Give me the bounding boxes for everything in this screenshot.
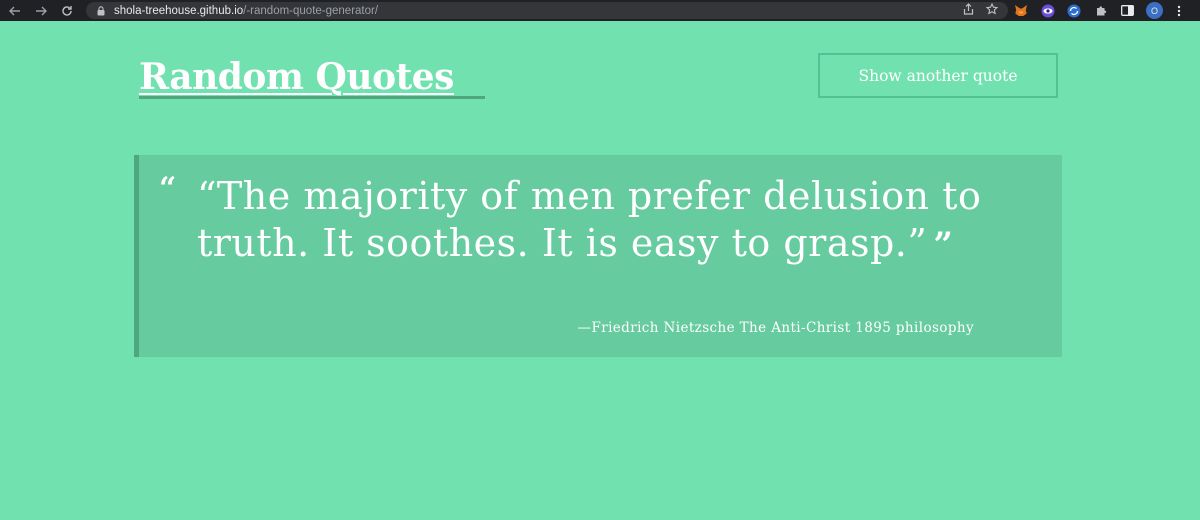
bookmark-star-icon[interactable]	[985, 2, 999, 18]
url-host: shola-treehouse.github.io	[114, 4, 244, 17]
quote-box: “ “The majority of men prefer delusion t…	[134, 155, 1062, 357]
eye-extension-icon[interactable]	[1041, 0, 1055, 21]
back-arrow-icon[interactable]	[2, 0, 28, 21]
url-text: shola-treehouse.github.io/-random-quote-…	[114, 5, 378, 17]
open-quote-icon: “	[159, 171, 177, 206]
site-title-link[interactable]: Random Quotes	[139, 56, 454, 98]
close-quote-icon: ”	[933, 225, 954, 265]
share-icon[interactable]	[963, 3, 974, 18]
lock-icon[interactable]	[96, 5, 106, 16]
side-panel-icon[interactable]	[1121, 0, 1134, 21]
forward-arrow-icon[interactable]	[28, 0, 54, 21]
show-another-quote-button[interactable]: Show another quote	[818, 53, 1058, 98]
quote-source: —Friedrich Nietzsche The Anti-Christ 189…	[577, 320, 974, 336]
browser-toolbar: shola-treehouse.github.io/-random-quote-…	[0, 0, 1200, 21]
url-path: /-random-quote-generator/	[243, 4, 379, 17]
extensions-puzzle-icon[interactable]	[1095, 0, 1108, 21]
sync-extension-icon[interactable]	[1067, 0, 1081, 21]
profile-initial: O	[1146, 2, 1163, 19]
menu-kebab-icon[interactable]	[1177, 0, 1181, 21]
quote-text-block: “The majority of men prefer delusion to …	[197, 173, 1027, 269]
reload-icon[interactable]	[54, 0, 80, 21]
address-bar[interactable]: shola-treehouse.github.io/-random-quote-…	[86, 2, 1008, 19]
profile-avatar[interactable]: O	[1146, 0, 1163, 21]
metamask-extension-icon[interactable]	[1014, 0, 1028, 21]
quote-text: “The majority of men prefer delusion to …	[197, 174, 982, 265]
title-underline	[139, 96, 485, 99]
site-title[interactable]: Random Quotes	[139, 56, 454, 98]
